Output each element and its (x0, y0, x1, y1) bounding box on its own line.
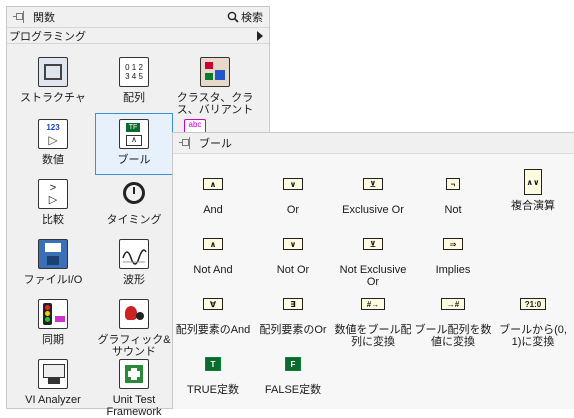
palette-item-structures[interactable]: ストラクチャ (13, 57, 93, 104)
search-button[interactable]: 検索 (227, 9, 263, 25)
bool-item-compound[interactable]: ∧∨ 複合演算 (493, 169, 573, 212)
palette-title: 関数 (33, 12, 55, 24)
palette-item-timing[interactable]: タイミング (94, 179, 174, 226)
expand-arrow-icon[interactable] (257, 31, 263, 41)
nor-gate-icon: ∨ (283, 238, 303, 250)
synchronization-icon (38, 299, 68, 329)
bool-item-nand[interactable]: ∧ Not And (173, 233, 253, 276)
bool-item-bool-array-to-num[interactable]: →# ブール配列を数値に変換 (413, 293, 493, 348)
bool-item-xnor[interactable]: ⊻ Not Exclusive Or (333, 233, 413, 288)
unit-test-icon (119, 359, 149, 389)
bool-item-implies[interactable]: ⇒ Implies (413, 233, 493, 276)
file-io-icon (38, 239, 68, 269)
palette-item-boolean[interactable]: TF ∧ ブール (95, 113, 173, 175)
or-gate-icon: ∨ (283, 178, 303, 190)
timing-icon (119, 179, 149, 209)
boolean-array-to-number-icon: →# (441, 298, 465, 310)
boolean-to-01-icon: ?1:0 (520, 298, 546, 310)
nand-gate-icon: ∧ (203, 238, 223, 250)
bool-item-or-array[interactable]: ∃ 配列要素のOr (253, 293, 333, 336)
false-constant-icon: F (285, 357, 301, 371)
palette-item-file-io[interactable]: ファイルI/O (13, 239, 93, 286)
not-gate-icon: ¬ (446, 178, 460, 190)
palette-item-waveform[interactable]: 波形 (94, 239, 174, 286)
search-label: 検索 (241, 12, 263, 24)
structure-icon (38, 57, 68, 87)
xnor-gate-icon: ⊻ (363, 238, 383, 250)
boolean-icon: TF ∧ (119, 119, 149, 149)
palette-item-unit-test[interactable]: Unit Test Framework (94, 359, 174, 418)
category-label: プログラミング (9, 30, 86, 43)
bool-item-nor[interactable]: ∨ Not Or (253, 233, 333, 276)
or-array-elements-icon: ∃ (283, 298, 303, 310)
and-gate-icon: ∧ (203, 178, 223, 190)
vi-analyzer-icon (38, 359, 68, 389)
bool-item-xor[interactable]: ⊻ Exclusive Or (333, 173, 413, 216)
bool-item-bool-to-01[interactable]: ?1:0 ブールから(0, 1)に変換 (493, 293, 573, 348)
palette-item-graphics-sound[interactable]: グラフィック&サウンド (94, 299, 174, 358)
waveform-icon (119, 239, 149, 269)
palette-item-synchronization[interactable]: 同期 (13, 299, 93, 346)
pin-icon[interactable] (179, 136, 195, 150)
palette-item-comparison[interactable]: > ▷ 比較 (13, 179, 93, 226)
compound-arithmetic-icon: ∧∨ (524, 169, 542, 195)
bool-item-false-const[interactable]: F FALSE定数 (253, 353, 333, 396)
pin-icon[interactable] (13, 10, 29, 24)
bool-item-num-to-bool-array[interactable]: #→ 数値をブール配列に変換 (333, 293, 413, 348)
graphics-sound-icon (119, 299, 149, 329)
array-icon: 0 1 23 4 5 (119, 57, 149, 87)
true-constant-icon: T (205, 357, 221, 371)
search-icon (227, 11, 239, 23)
comparison-icon: > ▷ (38, 179, 68, 209)
palette-item-vi-analyzer[interactable]: VI Analyzer (13, 359, 93, 406)
bool-item-and[interactable]: ∧ And (173, 173, 253, 216)
numeric-icon: 123 ▷ (38, 119, 68, 149)
bool-item-or[interactable]: ∨ Or (253, 173, 333, 216)
subpalette-title: ブール (199, 138, 232, 150)
boolean-subpalette: ブール ∧ And ∨ Or ⊻ Exclusive Or ¬ Not ∧∨ 複… (172, 132, 574, 409)
cluster-icon (200, 57, 230, 87)
category-header-programming[interactable]: プログラミング (7, 27, 269, 44)
palette-item-numeric[interactable]: 123 ▷ 数値 (13, 119, 93, 166)
palette-item-array[interactable]: 0 1 23 4 5 配列 (94, 57, 174, 104)
palette-titlebar: 関数 検索 (7, 7, 269, 27)
and-array-elements-icon: ∀ (203, 298, 223, 310)
xor-gate-icon: ⊻ (363, 178, 383, 190)
number-to-boolean-array-icon: #→ (361, 298, 385, 310)
subpalette-titlebar: ブール (173, 133, 574, 154)
bool-item-not[interactable]: ¬ Not (413, 173, 493, 216)
bool-item-and-array[interactable]: ∀ 配列要素のAnd (173, 293, 253, 336)
palette-item-cluster[interactable]: クラスタ、クラス、バリアント (175, 57, 255, 116)
bool-item-true-const[interactable]: T TRUE定数 (173, 353, 253, 396)
implies-gate-icon: ⇒ (443, 238, 463, 250)
